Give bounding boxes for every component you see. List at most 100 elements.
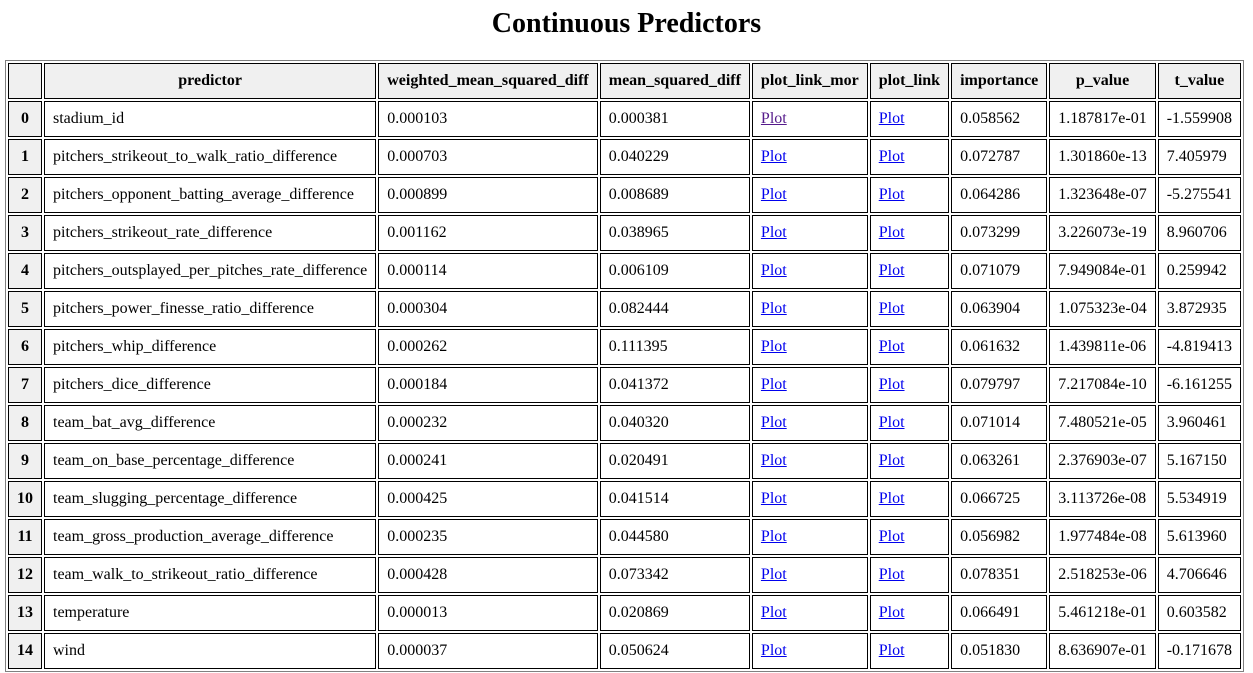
plot-link-mor[interactable]: Plot (761, 186, 787, 203)
row-index: 9 (8, 443, 42, 479)
plot-link-mor[interactable]: Plot (761, 262, 787, 279)
cell-plot-link-mor: Plot (751, 519, 868, 555)
plot-link-mor[interactable]: Plot (761, 376, 787, 393)
plot-link[interactable]: Plot (879, 604, 905, 621)
cell-importance: 0.064286 (951, 177, 1048, 213)
column-header-importance: importance (951, 63, 1048, 99)
row-index: 1 (8, 139, 42, 175)
row-index: 8 (8, 405, 42, 441)
plot-link[interactable]: Plot (879, 490, 905, 507)
cell-t-value: 8.960706 (1157, 215, 1242, 251)
cell-p-value: 3.226073e-19 (1049, 215, 1156, 251)
cell-weighted-mean-squared-diff: 0.000428 (378, 557, 598, 593)
cell-predictor: team_walk_to_strikeout_ratio_difference (44, 557, 377, 593)
plot-link[interactable]: Plot (879, 528, 905, 545)
plot-link[interactable]: Plot (879, 566, 905, 583)
cell-predictor: team_slugging_percentage_difference (44, 481, 377, 517)
cell-importance: 0.079797 (951, 367, 1048, 403)
cell-mean-squared-diff: 0.020869 (599, 595, 750, 631)
cell-plot-link: Plot (869, 329, 950, 365)
table-row: 1 pitchers_strikeout_to_walk_ratio_differ… (8, 139, 1242, 175)
plot-link-mor[interactable]: Plot (761, 414, 787, 431)
cell-p-value: 1.977484e-08 (1049, 519, 1156, 555)
plot-link-mor[interactable]: Plot (761, 490, 787, 507)
cell-weighted-mean-squared-diff: 0.000703 (378, 139, 598, 175)
cell-plot-link-mor: Plot (751, 481, 868, 517)
cell-predictor: stadium_id (44, 101, 377, 137)
cell-weighted-mean-squared-diff: 0.000184 (378, 367, 598, 403)
column-header-predictor: predictor (44, 63, 377, 99)
cell-weighted-mean-squared-diff: 0.000899 (378, 177, 598, 213)
row-index: 6 (8, 329, 42, 365)
cell-p-value: 1.323648e-07 (1049, 177, 1156, 213)
plot-link-mor[interactable]: Plot (761, 642, 787, 659)
cell-p-value: 5.461218e-01 (1049, 595, 1156, 631)
row-index: 2 (8, 177, 42, 213)
table-row: 10 team_slugging_percentage_difference 0.0… (8, 481, 1242, 517)
plot-link[interactable]: Plot (879, 224, 905, 241)
table-row: 5 pitchers_power_finesse_ratio_difference… (8, 291, 1242, 327)
cell-plot-link-mor: Plot (751, 177, 868, 213)
cell-mean-squared-diff: 0.040320 (599, 405, 750, 441)
cell-importance: 0.058562 (951, 101, 1048, 137)
cell-importance: 0.071014 (951, 405, 1048, 441)
plot-link[interactable]: Plot (879, 338, 905, 355)
plot-link[interactable]: Plot (879, 414, 905, 431)
cell-weighted-mean-squared-diff: 0.001162 (378, 215, 598, 251)
table-row: 8 team_bat_avg_difference 0.000232 0.040320… (8, 405, 1242, 441)
plot-link[interactable]: Plot (879, 300, 905, 317)
cell-plot-link: Plot (869, 177, 950, 213)
cell-importance: 0.056982 (951, 519, 1048, 555)
cell-importance: 0.061632 (951, 329, 1048, 365)
table-row: 6 pitchers_whip_difference 0.000262 0.11139… (8, 329, 1242, 365)
cell-plot-link: Plot (869, 215, 950, 251)
plot-link[interactable]: Plot (879, 110, 905, 127)
cell-plot-link-mor: Plot (751, 443, 868, 479)
plot-link[interactable]: Plot (879, 148, 905, 165)
cell-plot-link-mor: Plot (751, 329, 868, 365)
cell-plot-link-mor: Plot (751, 139, 868, 175)
cell-weighted-mean-squared-diff: 0.000013 (378, 595, 598, 631)
cell-t-value: 7.405979 (1157, 139, 1242, 175)
cell-p-value: 8.636907e-01 (1049, 633, 1156, 669)
column-header-plot-link-mor: plot_link_mor (751, 63, 868, 99)
cell-p-value: 2.518253e-06 (1049, 557, 1156, 593)
cell-plot-link: Plot (869, 443, 950, 479)
cell-importance: 0.051830 (951, 633, 1048, 669)
cell-t-value: 3.872935 (1157, 291, 1242, 327)
plot-link-mor[interactable]: Plot (761, 300, 787, 317)
cell-weighted-mean-squared-diff: 0.000425 (378, 481, 598, 517)
cell-mean-squared-diff: 0.082444 (599, 291, 750, 327)
plot-link[interactable]: Plot (879, 262, 905, 279)
cell-p-value: 1.075323e-04 (1049, 291, 1156, 327)
cell-mean-squared-diff: 0.111395 (599, 329, 750, 365)
column-header-plot-link: plot_link (869, 63, 950, 99)
plot-link-mor[interactable]: Plot (761, 148, 787, 165)
plot-link-mor[interactable]: Plot (761, 452, 787, 469)
plot-link[interactable]: Plot (879, 452, 905, 469)
plot-link[interactable]: Plot (879, 376, 905, 393)
plot-link-mor[interactable]: Plot (761, 604, 787, 621)
cell-plot-link-mor: Plot (751, 367, 868, 403)
cell-t-value: 5.534919 (1157, 481, 1242, 517)
row-index: 11 (8, 519, 42, 555)
cell-predictor: team_bat_avg_difference (44, 405, 377, 441)
plot-link-mor[interactable]: Plot (761, 528, 787, 545)
cell-predictor: pitchers_power_finesse_ratio_difference (44, 291, 377, 327)
plot-link-mor[interactable]: Plot (761, 338, 787, 355)
plot-link-mor[interactable]: Plot (761, 224, 787, 241)
plot-link[interactable]: Plot (879, 642, 905, 659)
plot-link-mor[interactable]: Plot (761, 566, 787, 583)
cell-importance: 0.063904 (951, 291, 1048, 327)
cell-importance: 0.072787 (951, 139, 1048, 175)
plot-link-mor[interactable]: Plot (761, 110, 787, 127)
cell-plot-link-mor: Plot (751, 101, 868, 137)
cell-plot-link: Plot (869, 595, 950, 631)
cell-mean-squared-diff: 0.020491 (599, 443, 750, 479)
table-header-row: predictor weighted_mean_squared_diff mea… (8, 63, 1242, 99)
cell-t-value: 5.167150 (1157, 443, 1242, 479)
table-body: 0 stadium_id 0.000103 0.000381 Plot Plot 0.058… (8, 101, 1242, 669)
plot-link[interactable]: Plot (879, 186, 905, 203)
cell-weighted-mean-squared-diff: 0.000114 (378, 253, 598, 289)
cell-t-value: -6.161255 (1157, 367, 1242, 403)
